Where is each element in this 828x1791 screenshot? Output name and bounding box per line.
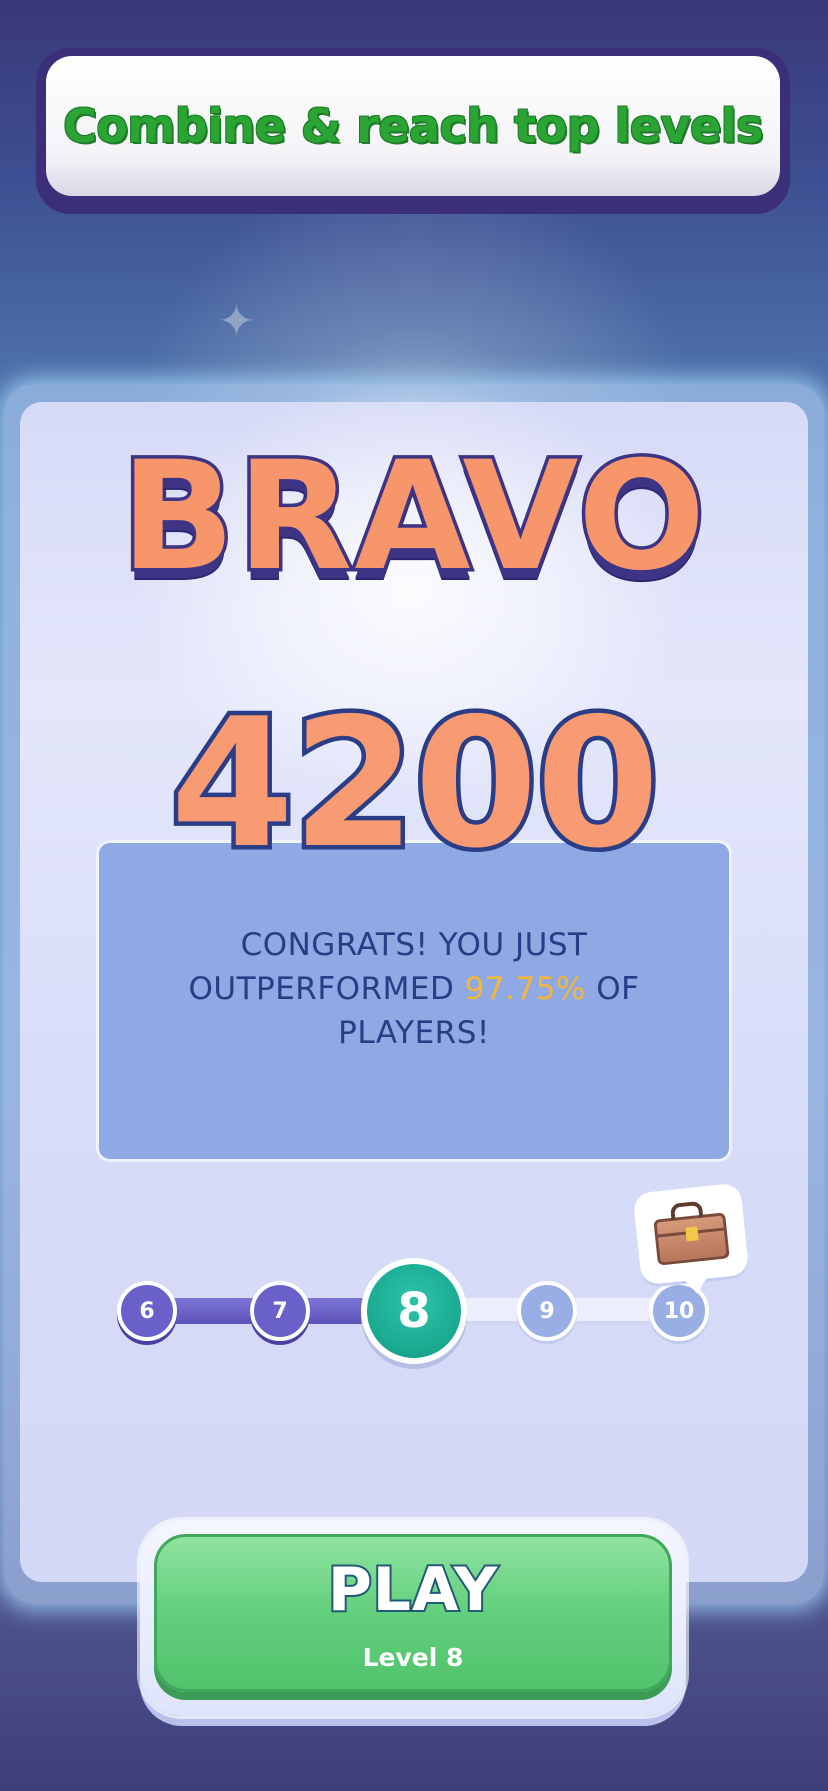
play-button-label: PLAY — [326, 1553, 499, 1627]
congrats-message: CONGRATS! YOU JUST OUTPERFORMED 97.75% O… — [129, 923, 699, 1055]
congrats-panel: CONGRATS! YOU JUST OUTPERFORMED 97.75% O… — [96, 840, 732, 1162]
score-value: 4200 — [166, 676, 664, 892]
play-button-sublabel: Level 8 — [362, 1643, 464, 1672]
treasure-chest-icon — [653, 1212, 730, 1266]
top-banner-panel: Combine & reach top levels — [46, 56, 780, 196]
bravo-headline: BRAVO — [0, 427, 828, 608]
play-button[interactable]: PLAY Level 8 — [154, 1534, 672, 1692]
play-button-frame: PLAY Level 8 — [140, 1520, 686, 1716]
banner-title: Combine & reach top levels — [63, 99, 763, 153]
level-node-6: 6 — [117, 1281, 177, 1341]
level-node-9: 9 — [517, 1281, 577, 1341]
top-banner: Combine & reach top levels — [36, 48, 790, 214]
bravo-text: BRAVO — [117, 427, 709, 608]
level-node-7: 7 — [250, 1281, 310, 1341]
level-node-current: 8 — [361, 1258, 467, 1364]
reward-bubble[interactable] — [632, 1182, 750, 1286]
percentile-value: 97.75% — [464, 971, 586, 1007]
sparkle-icon: ✦ — [218, 296, 255, 347]
chest-handle — [669, 1200, 704, 1220]
